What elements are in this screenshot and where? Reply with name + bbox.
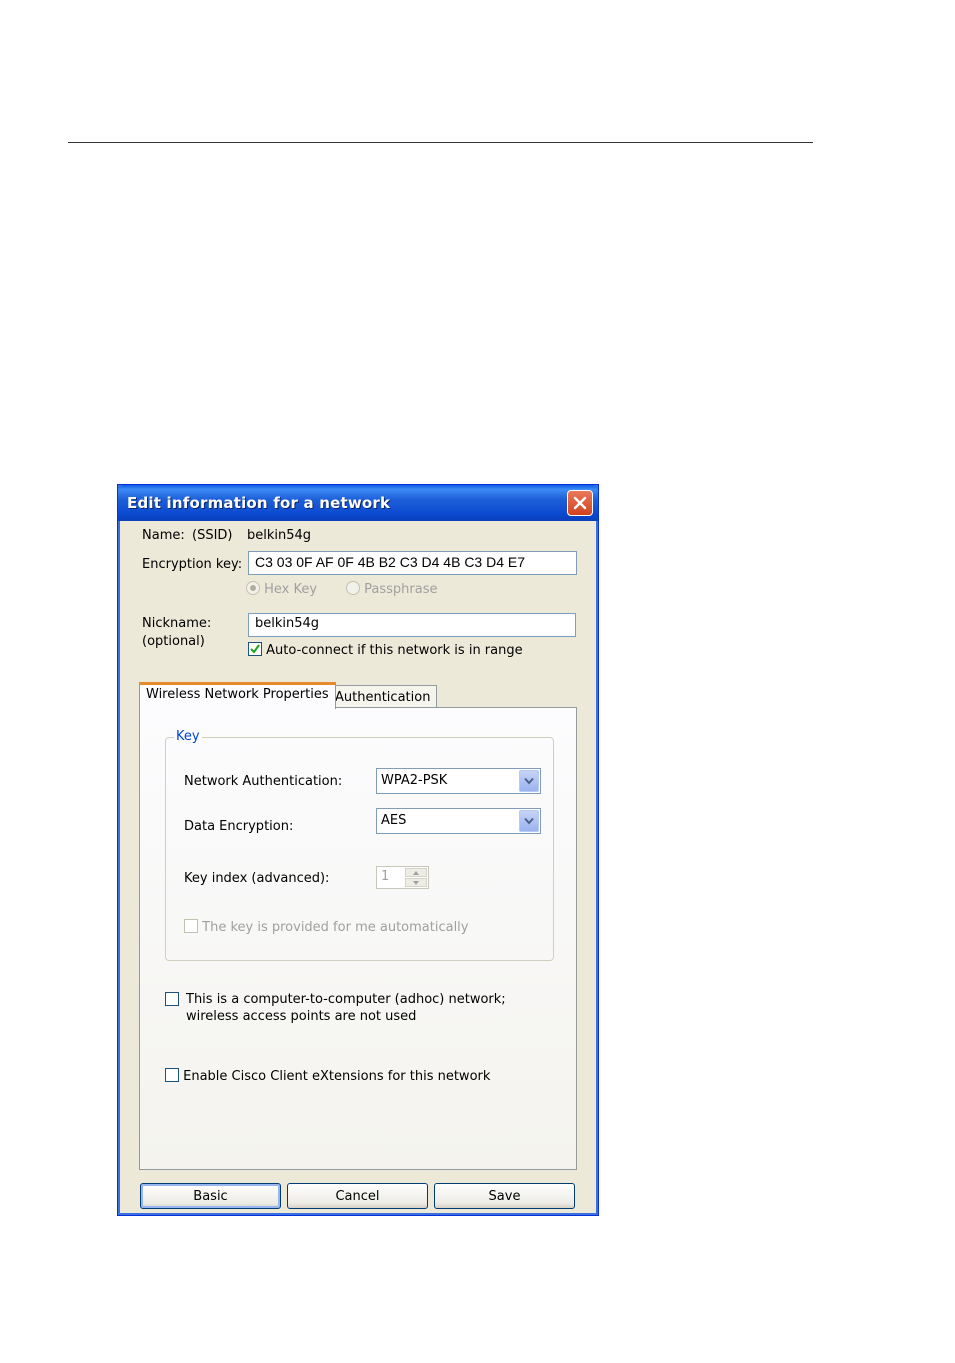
- auto-key-label: The key is provided for me automatically: [202, 920, 469, 935]
- passphrase-radio[interactable]: [346, 581, 360, 595]
- passphrase-label: Passphrase: [364, 582, 438, 597]
- title-bar[interactable]: Edit information for a network: [118, 485, 598, 521]
- auto-connect-option[interactable]: Auto-connect if this network is in range: [248, 642, 523, 658]
- ssid-label: (SSID): [192, 528, 233, 543]
- adhoc-option[interactable]: [165, 992, 179, 1008]
- spin-up-button[interactable]: [405, 868, 427, 877]
- key-index-spinner[interactable]: 1: [376, 866, 429, 889]
- network-authentication-select[interactable]: WPA2-PSK: [376, 768, 541, 794]
- checkmark-icon: [250, 644, 260, 654]
- encryption-key-label: Encryption key:: [142, 557, 243, 572]
- data-encryption-label: Data Encryption:: [184, 819, 294, 834]
- name-label: Name:: [142, 528, 185, 543]
- hex-key-option[interactable]: Hex Key: [246, 581, 317, 597]
- adhoc-label-line1: This is a computer-to-computer (adhoc) n…: [186, 992, 506, 1007]
- chevron-down-icon: [524, 777, 534, 785]
- passphrase-option[interactable]: Passphrase: [346, 581, 437, 597]
- data-encryption-value: AES: [381, 813, 407, 828]
- save-button[interactable]: Save: [434, 1183, 575, 1209]
- key-index-value: 1: [381, 869, 390, 884]
- close-icon: [573, 496, 587, 510]
- tab-wireless-network-properties[interactable]: Wireless Network Properties: [139, 682, 336, 709]
- cisco-checkbox[interactable]: [165, 1068, 179, 1082]
- dropdown-arrow-button[interactable]: [519, 810, 539, 832]
- hex-key-label: Hex Key: [264, 582, 318, 597]
- network-authentication-label: Network Authentication:: [184, 774, 343, 789]
- nickname-optional-label: (optional): [142, 634, 205, 649]
- page-divider-rule: [68, 142, 813, 143]
- adhoc-label-line2: wireless access points are not used: [186, 1009, 417, 1024]
- auto-key-checkbox[interactable]: [184, 919, 198, 933]
- adhoc-checkbox[interactable]: [165, 992, 179, 1006]
- cisco-option[interactable]: Enable Cisco Client eXtensions for this …: [165, 1068, 490, 1084]
- edit-network-dialog: Edit information for a network Name: (SS…: [117, 484, 599, 1216]
- nickname-input[interactable]: belkin54g: [248, 613, 576, 637]
- wireless-properties-panel: Key Network Authentication: WPA2-PSK Dat…: [139, 707, 577, 1170]
- auto-connect-label: Auto-connect if this network is in range: [266, 643, 523, 658]
- cancel-button[interactable]: Cancel: [287, 1183, 428, 1209]
- key-group-title: Key: [174, 729, 202, 744]
- basic-button[interactable]: Basic: [140, 1183, 281, 1209]
- cisco-label: Enable Cisco Client eXtensions for this …: [183, 1069, 491, 1084]
- hex-key-radio[interactable]: [246, 581, 260, 595]
- auto-connect-checkbox[interactable]: [248, 642, 262, 656]
- auto-key-option[interactable]: The key is provided for me automatically: [184, 919, 469, 935]
- network-authentication-value: WPA2-PSK: [381, 773, 448, 788]
- arrow-up-icon: [413, 870, 419, 875]
- nickname-label: Nickname:: [142, 616, 212, 631]
- close-button[interactable]: [567, 490, 593, 516]
- key-index-label: Key index (advanced):: [184, 871, 330, 886]
- dropdown-arrow-button[interactable]: [519, 770, 539, 792]
- encryption-key-input[interactable]: C3 03 0F AF 0F 4B B2 C3 D4 4B C3 D4 E7: [248, 551, 577, 575]
- arrow-down-icon: [413, 880, 419, 885]
- data-encryption-select[interactable]: AES: [376, 808, 541, 834]
- dialog-title: Edit information for a network: [127, 494, 391, 512]
- spin-down-button[interactable]: [405, 878, 427, 887]
- ssid-value: belkin54g: [247, 528, 312, 543]
- key-groupbox: Key Network Authentication: WPA2-PSK Dat…: [165, 729, 554, 961]
- chevron-down-icon: [524, 817, 534, 825]
- tab-authentication[interactable]: Authentication: [328, 685, 438, 709]
